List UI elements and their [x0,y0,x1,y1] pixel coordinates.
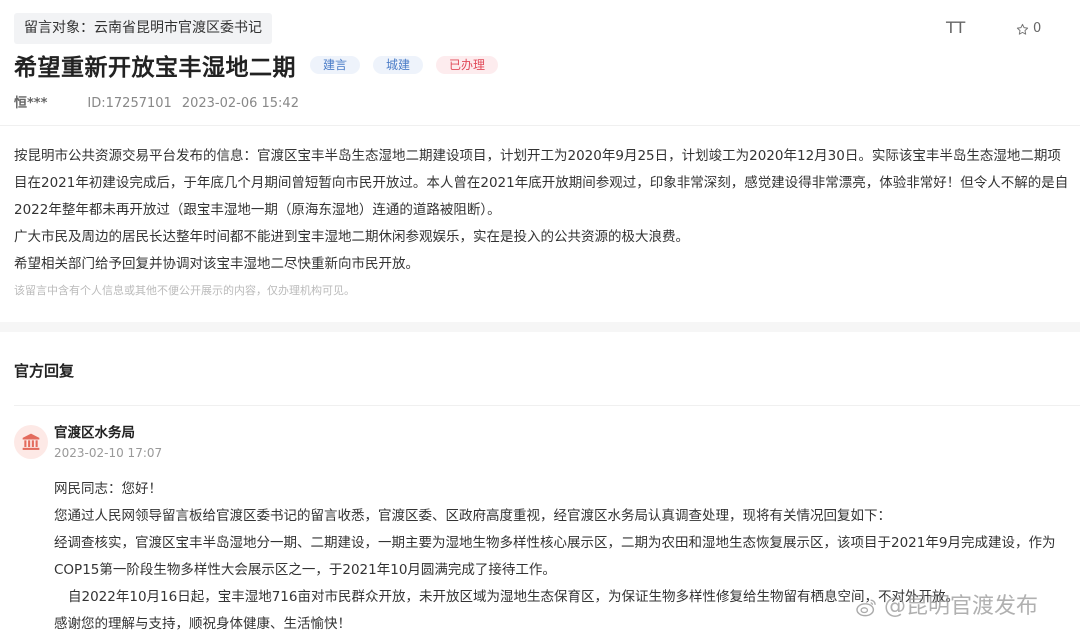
badge-category[interactable]: 建言 [310,56,361,74]
message-paragraph: 按昆明市公共资源交易平台发布的信息：官渡区宝丰半岛生态湿地二期建设项目，计划开工… [14,148,1069,218]
message-paragraph: 希望相关部门给予回复并协调对该宝丰湿地二尽快重新向市民开放。 [14,256,419,272]
title-row: 希望重新开放宝丰湿地二期 建言 城建 已办理 [14,48,499,82]
official-reply-heading: 官方回复 [14,362,75,380]
weibo-watermark: @昆明官渡发布 [856,592,1038,622]
department-avatar [14,425,48,459]
section-separator [0,322,1080,332]
favorite-button[interactable]: 0 [1016,20,1041,38]
privacy-note: 该留言中含有个人信息或其他不便公开展示的内容，仅办理机构可见。 [14,284,355,297]
message-meta: 恒*** ID:17257101 2023-02-06 15:42 [14,95,299,113]
reply-paragraph: 经调查核实，官渡区宝丰半岛湿地分一期、二期建设，一期主要为湿地生物多样性核心展示… [54,535,1056,578]
badge-field[interactable]: 城建 [373,56,424,74]
message-id: ID:17257101 [87,96,172,111]
message-datetime: 2023-02-06 15:42 [181,96,299,111]
reply-paragraph: 您通过人民网领导留言板给官渡区委书记的留言收悉，官渡区委、区政府高度重视，经官渡… [54,508,891,524]
reply-datetime: 2023-02-10 17:07 [54,446,163,460]
reply-paragraph: 网民同志：您好！ [54,481,162,497]
weibo-logo-icon [856,599,876,617]
message-title: 希望重新开放宝丰湿地二期 [14,55,296,81]
government-building-icon [22,433,40,450]
badge-status: 已办理 [436,56,499,74]
message-target-tag: 留言对象：云南省昆明市官渡区委书记 [14,13,272,44]
font-size-button[interactable]: TT [946,18,965,38]
star-icon [1016,23,1029,35]
message-paragraph: 广大市民及周边的居民长达整年时间都不能进到宝丰湿地二期休闲参观娱乐，实在是投入的… [14,229,689,245]
font-size-icon: TT [946,18,966,37]
author-name: 恒*** [14,96,48,111]
favorite-count: 0 [1033,21,1042,36]
header-divider [0,125,1080,126]
message-body: 按昆明市公共资源交易平台发布的信息：官渡区宝丰半岛生态湿地二期建设项目，计划开工… [14,143,1070,278]
watermark-text: @昆明官渡发布 [884,594,1039,619]
department-name: 官渡区水务局 [54,425,135,441]
